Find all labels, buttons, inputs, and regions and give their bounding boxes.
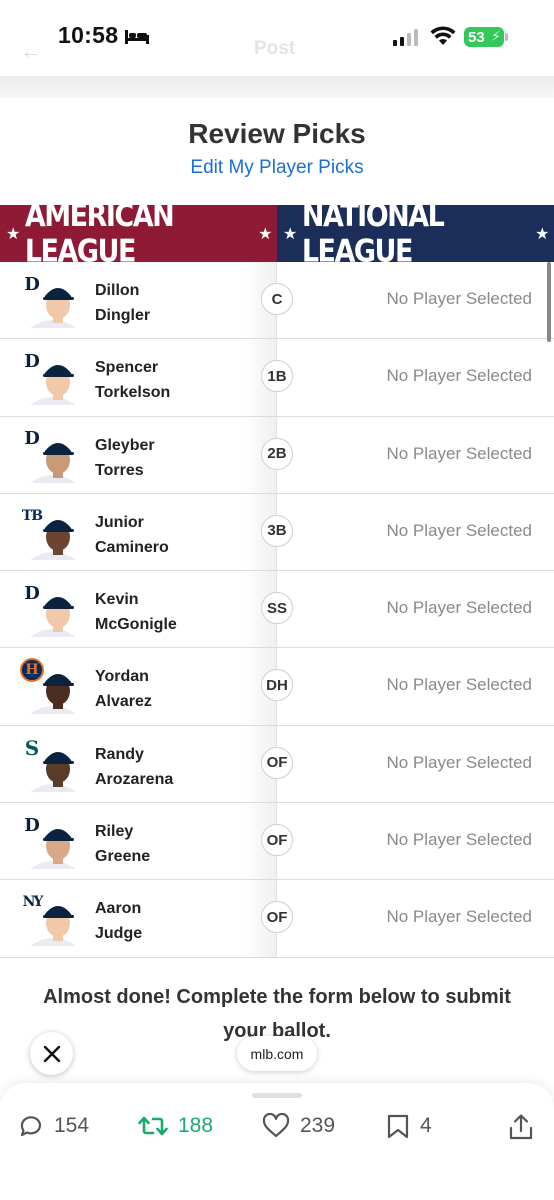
position-badge: 2B — [261, 437, 293, 470]
cellular-signal-icon — [393, 28, 418, 46]
player-name: Gleyber Torres — [95, 436, 155, 479]
nl-pick-status[interactable]: No Player Selected — [386, 521, 532, 541]
player-name: Yordan Alvarez — [95, 668, 152, 711]
nl-pick-status[interactable]: No Player Selected — [386, 366, 532, 386]
team-logo: D — [24, 428, 40, 450]
status-bar: ← Post 10:58 53 ⚡ — [0, 0, 554, 76]
close-icon — [43, 1045, 60, 1062]
reply-count: 154 — [54, 1114, 90, 1137]
position-badge: 3B — [261, 514, 293, 547]
player-name: Randy Arozarena — [95, 745, 174, 788]
pick-row[interactable]: D Spencer Torkelson 1B No Player Selected — [0, 339, 554, 417]
position-badge: OF — [261, 824, 293, 857]
nl-pick-status[interactable]: No Player Selected — [386, 289, 532, 309]
player-name: Kevin McGonigle — [95, 591, 177, 634]
pick-row[interactable]: D Dillon Dingler C No Player Selected — [0, 262, 554, 340]
repost-icon — [138, 1116, 168, 1136]
star-icon: ★ — [258, 224, 272, 243]
pick-row[interactable]: S Randy Arozarena OF No Player Selected — [0, 725, 554, 804]
nl-pick-status[interactable]: No Player Selected — [386, 598, 532, 618]
heart-icon — [262, 1113, 290, 1138]
battery-indicator: 53 ⚡ — [464, 27, 508, 47]
position-badge: OF — [261, 746, 293, 779]
pick-row[interactable]: D Kevin McGonigle SS No Player Selected — [0, 571, 554, 649]
like-count: 239 — [300, 1114, 336, 1137]
pick-row[interactable]: D Gleyber Torres 2B No Player Selected — [0, 416, 554, 494]
player-name: Dillon Dingler — [95, 282, 151, 324]
drag-handle[interactable] — [252, 1093, 302, 1098]
bookmark-button[interactable]: 4 — [386, 1113, 432, 1139]
bookmark-icon — [387, 1114, 409, 1139]
picks-list: D Dillon Dingler C No Player Selected D Spence… — [0, 262, 554, 958]
wifi-icon — [430, 26, 456, 45]
nl-pick-status[interactable]: No Player Selected — [386, 675, 532, 695]
position-badge: OF — [261, 901, 293, 934]
star-icon: ★ — [6, 224, 20, 243]
repost-button[interactable]: 188 — [138, 1113, 213, 1139]
nl-pick-status[interactable]: No Player Selected — [386, 444, 532, 464]
position-badge: SS — [261, 592, 293, 625]
team-logo: D — [24, 273, 40, 295]
share-button[interactable] — [508, 1113, 534, 1141]
position-badge: C — [261, 283, 293, 315]
star-icon: ★ — [535, 224, 549, 243]
repost-count: 188 — [178, 1114, 214, 1137]
nl-pick-status[interactable]: No Player Selected — [386, 753, 532, 773]
player-name: Junior Caminero — [95, 513, 169, 556]
position-badge: 1B — [261, 360, 293, 393]
national-league-banner: ★ NATIONAL LEAGUE ★ — [277, 198, 554, 269]
team-logo: TB — [21, 507, 43, 524]
team-logo: D — [24, 814, 40, 836]
team-logo: NY — [22, 894, 44, 911]
edit-picks-link[interactable]: Edit My Player Picks — [0, 157, 554, 179]
league-banners: ★ AMERICAN LEAGUE ★ ★ NATIONAL LEAGUE ★ — [0, 198, 554, 269]
bookmark-count: 4 — [420, 1114, 432, 1137]
position-badge: DH — [261, 669, 293, 702]
charging-bolt-icon: ⚡ — [491, 28, 501, 44]
page-title: Review Picks — [188, 118, 366, 149]
ghost-header-title: Post — [254, 38, 296, 59]
sleep-focus-icon — [125, 30, 149, 44]
reply-icon — [20, 1116, 42, 1137]
player-name: Aaron Judge — [95, 900, 143, 943]
reply-button[interactable]: 154 — [18, 1113, 89, 1139]
status-time: 10:58 — [58, 22, 119, 48]
pick-row[interactable]: TB Junior Caminero 3B No Player Selected — [0, 493, 554, 572]
pick-row[interactable]: D Riley Greene OF No Player Selected — [0, 803, 554, 881]
nl-pick-status[interactable]: No Player Selected — [386, 830, 532, 850]
american-league-banner: ★ AMERICAN LEAGUE ★ — [0, 198, 277, 269]
scrollbar[interactable] — [547, 262, 551, 342]
pick-row[interactable]: H Yordan Alvarez DH No Player Selected — [0, 648, 554, 726]
link-domain-pill[interactable]: mlb.com — [237, 1036, 317, 1071]
post-action-bar: 154 188 239 4 — [0, 1083, 554, 1200]
back-arrow-icon[interactable]: ← — [20, 38, 42, 64]
like-button[interactable]: 239 — [262, 1113, 335, 1139]
header-shadow — [0, 76, 554, 98]
player-name: Spencer Torkelson — [95, 359, 171, 402]
team-logo: D — [24, 582, 40, 604]
team-logo: D — [24, 350, 40, 372]
star-icon: ★ — [283, 224, 297, 243]
nl-pick-status[interactable]: No Player Selected — [386, 907, 532, 927]
share-icon — [509, 1114, 533, 1140]
battery-level: 53 — [468, 28, 485, 46]
pick-row[interactable]: NY Aaron Judge OF No Player Selected — [0, 880, 554, 958]
player-name: Riley Greene — [95, 823, 151, 866]
close-button[interactable] — [30, 1032, 73, 1075]
team-logo: S — [24, 735, 40, 760]
